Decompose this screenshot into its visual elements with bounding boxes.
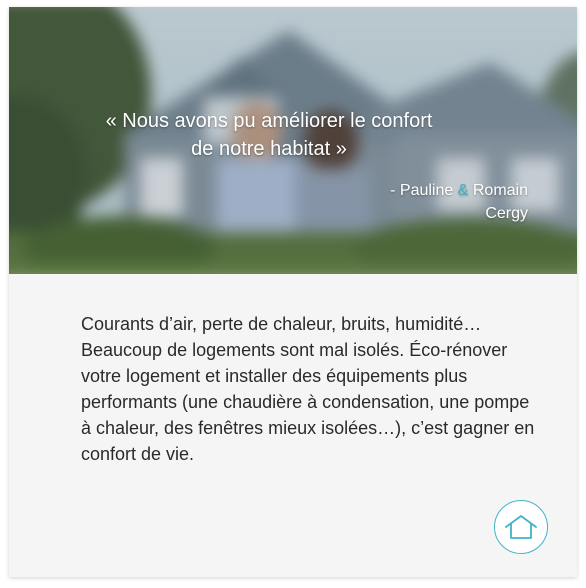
hero-image: « Nous avons pu améliorer le confort de …	[9, 7, 577, 274]
testimonial-quote: « Nous avons pu améliorer le confort de …	[79, 107, 459, 163]
home-icon	[505, 515, 537, 539]
testimonial-author: - Pauline & Romain Cergy	[390, 179, 528, 225]
author-city: Cergy	[485, 205, 528, 222]
author-name-first: - Pauline	[390, 182, 454, 199]
home-button[interactable]	[494, 500, 548, 554]
author-name-second: Romain	[472, 182, 528, 199]
quote-line-1: « Nous avons pu améliorer le confort	[105, 110, 433, 132]
quote-line-2: de notre habitat »	[191, 138, 347, 160]
testimonial-card: « Nous avons pu améliorer le confort de …	[9, 7, 577, 577]
author-names: - Pauline & Romain	[390, 179, 528, 202]
author-ampersand: &	[457, 182, 469, 199]
description-text: Courants d’air, perte de chaleur, bruits…	[81, 314, 535, 464]
